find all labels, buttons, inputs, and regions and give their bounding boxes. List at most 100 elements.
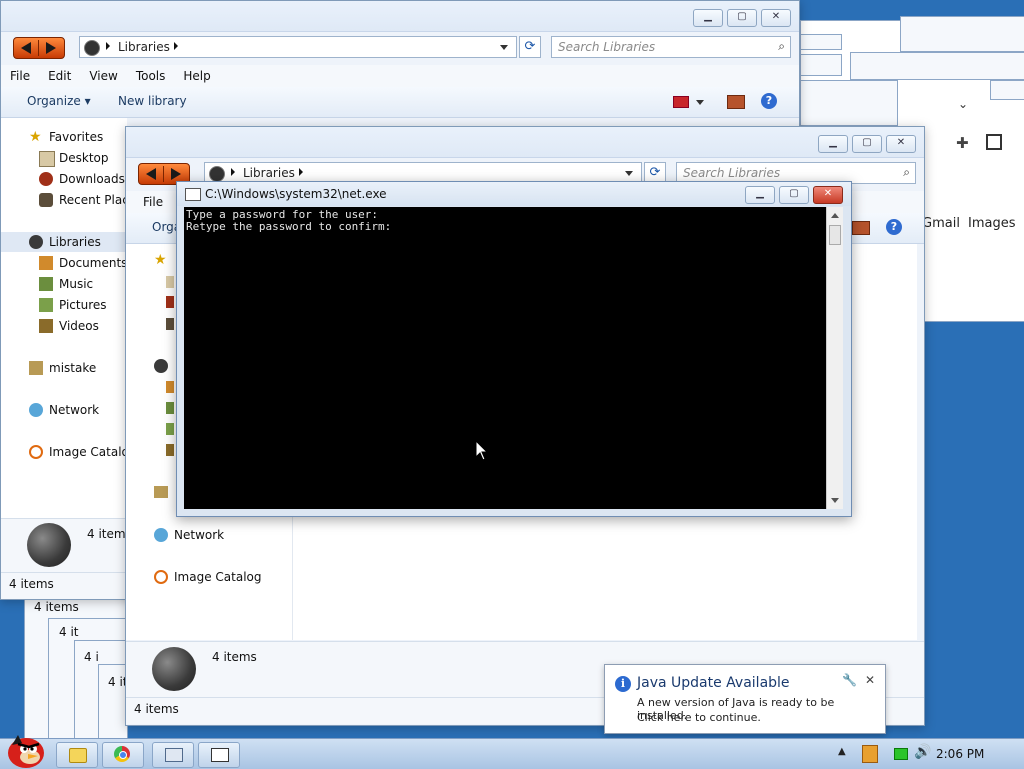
nav-pictures[interactable]: Pictures <box>1 295 127 315</box>
status-item-count: 4 items <box>9 577 54 591</box>
console-close-button[interactable]: ✕ <box>813 186 843 204</box>
search-placeholder: Search Libraries <box>683 166 781 180</box>
menu-help[interactable]: Help <box>174 65 219 87</box>
nav-recent-places[interactable]: Recent Place <box>1 190 136 210</box>
new-library-button[interactable]: New library <box>118 94 187 108</box>
address-dropdown-icon[interactable] <box>500 45 508 50</box>
menu-edit[interactable]: Edit <box>39 65 80 87</box>
view-options-icon[interactable] <box>673 96 689 108</box>
breadcrumb[interactable]: Libraries <box>118 40 170 54</box>
nav-music[interactable]: Music <box>1 274 127 294</box>
chevron-down-icon[interactable]: ⌄ <box>958 97 968 111</box>
browser-gmail-link[interactable]: Gmail <box>922 216 960 231</box>
sidebar-toggle-icon[interactable] <box>986 134 1002 150</box>
nav-image-catalog[interactable]: Image Catalog <box>126 567 292 587</box>
libraries-large-icon <box>27 523 71 567</box>
nav-network[interactable]: Network <box>1 400 127 420</box>
nav-downloads[interactable]: Downloads <box>1 169 127 189</box>
downloads-icon <box>39 172 53 186</box>
music-icon <box>39 277 53 291</box>
taskbar-explorer-button[interactable] <box>56 742 98 768</box>
console-line: Retype the password to confirm: <box>186 220 392 233</box>
minimize-button[interactable]: ▁ <box>818 135 848 153</box>
search-icon[interactable]: ⌕ <box>903 165 910 180</box>
menu-tools[interactable]: Tools <box>127 65 175 87</box>
nav-favorites[interactable]: ★ Favorites <box>1 127 127 147</box>
notification-link[interactable]: Click here to continue. <box>637 711 761 724</box>
battery-icon[interactable] <box>894 748 908 760</box>
desktop-icon <box>166 276 174 288</box>
refresh-button[interactable]: ⟳ <box>519 36 541 58</box>
title-bar[interactable]: ▁ ▢ ✕ <box>1 1 799 32</box>
console-minimize-button[interactable]: ▁ <box>745 186 775 204</box>
breadcrumb[interactable]: Libraries <box>243 166 295 180</box>
preview-pane-icon[interactable] <box>727 95 745 109</box>
menu-file[interactable]: File <box>1 65 39 87</box>
cascade-window-3 <box>800 54 842 76</box>
settings-wrench-icon[interactable]: 🔧 <box>842 673 857 687</box>
window-icon <box>165 748 183 762</box>
breadcrumb-arrow-icon[interactable] <box>299 168 303 176</box>
cascade-status-3: 4 i <box>84 650 99 664</box>
volume-icon[interactable]: 🔊 <box>914 744 931 760</box>
close-icon[interactable]: ✕ <box>865 673 875 687</box>
breadcrumb-arrow-icon <box>106 42 110 50</box>
menu-file[interactable]: File <box>126 191 172 213</box>
search-placeholder: Search Libraries <box>558 40 656 54</box>
close-button[interactable]: ✕ <box>761 9 791 27</box>
browser-images-link[interactable]: Images <box>968 216 1016 231</box>
taskbar-chrome-button[interactable] <box>102 742 144 768</box>
back-forward-buttons[interactable] <box>13 37 65 59</box>
desktop-icon <box>39 151 55 167</box>
console-title-bar[interactable]: C:\Windows\system32\net.exe ▁ ▢ ✕ <box>177 182 851 206</box>
extensions-icon[interactable]: ✚ <box>956 134 969 152</box>
documents-icon <box>39 256 53 270</box>
maximize-button[interactable]: ▢ <box>852 135 882 153</box>
pictures-icon <box>166 423 174 435</box>
scroll-up-arrow-icon[interactable] <box>831 213 839 218</box>
help-icon[interactable]: ? <box>886 219 902 235</box>
scroll-thumb[interactable] <box>829 225 841 245</box>
nav-mistake[interactable]: mistake <box>1 358 127 378</box>
taskbar-window-button[interactable] <box>152 742 194 768</box>
taskbar-clock[interactable]: 2:06 PM <box>936 747 984 761</box>
java-update-notification[interactable]: i Java Update Available A new version of… <box>604 664 886 734</box>
menu-view[interactable]: View <box>80 65 126 87</box>
organize-button[interactable]: Organize ▾ <box>27 94 91 108</box>
cascade-window-1 <box>800 80 898 126</box>
help-icon[interactable]: ? <box>761 93 777 109</box>
title-bar[interactable]: ▁ ▢ ✕ <box>126 127 924 158</box>
scroll-down-arrow-icon[interactable] <box>831 498 839 503</box>
network-icon <box>29 403 43 417</box>
start-button-angry-bird-icon[interactable] <box>4 731 48 769</box>
java-tray-icon[interactable] <box>862 745 878 763</box>
console-maximize-button[interactable]: ▢ <box>779 186 809 204</box>
preview-pane-icon[interactable] <box>852 221 870 235</box>
search-icon[interactable]: ⌕ <box>778 39 785 54</box>
address-dropdown-icon[interactable] <box>625 171 633 176</box>
music-icon <box>166 402 174 414</box>
nav-network[interactable]: Network <box>126 525 292 545</box>
view-dropdown-icon[interactable] <box>696 100 704 105</box>
nav-image-catalog[interactable]: Image Catalog <box>1 442 136 462</box>
nav-videos[interactable]: Videos <box>1 316 127 336</box>
search-input[interactable]: Search Libraries ⌕ <box>551 36 791 58</box>
show-hidden-icons-icon[interactable]: ▲ <box>838 746 846 757</box>
taskbar: ▲ 🔊 2:06 PM <box>0 735 1024 769</box>
videos-icon <box>39 319 53 333</box>
nav-desktop[interactable]: Desktop <box>1 148 127 168</box>
taskbar-console-button[interactable] <box>198 742 240 768</box>
nav-libraries[interactable]: Libraries <box>1 232 127 252</box>
chrome-icon-center <box>119 751 127 759</box>
console-scrollbar[interactable] <box>826 207 843 509</box>
address-bar[interactable]: Libraries <box>79 36 517 58</box>
breadcrumb-arrow-icon <box>231 168 235 176</box>
libraries-icon <box>84 40 100 56</box>
console-output[interactable]: Type a password for the user: Retype the… <box>184 207 826 509</box>
nav-documents[interactable]: Documents <box>1 253 127 273</box>
minimize-button[interactable]: ▁ <box>693 9 723 27</box>
close-button[interactable]: ✕ <box>886 135 916 153</box>
star-icon: ★ <box>154 252 167 268</box>
breadcrumb-arrow-icon[interactable] <box>174 42 178 50</box>
maximize-button[interactable]: ▢ <box>727 9 757 27</box>
